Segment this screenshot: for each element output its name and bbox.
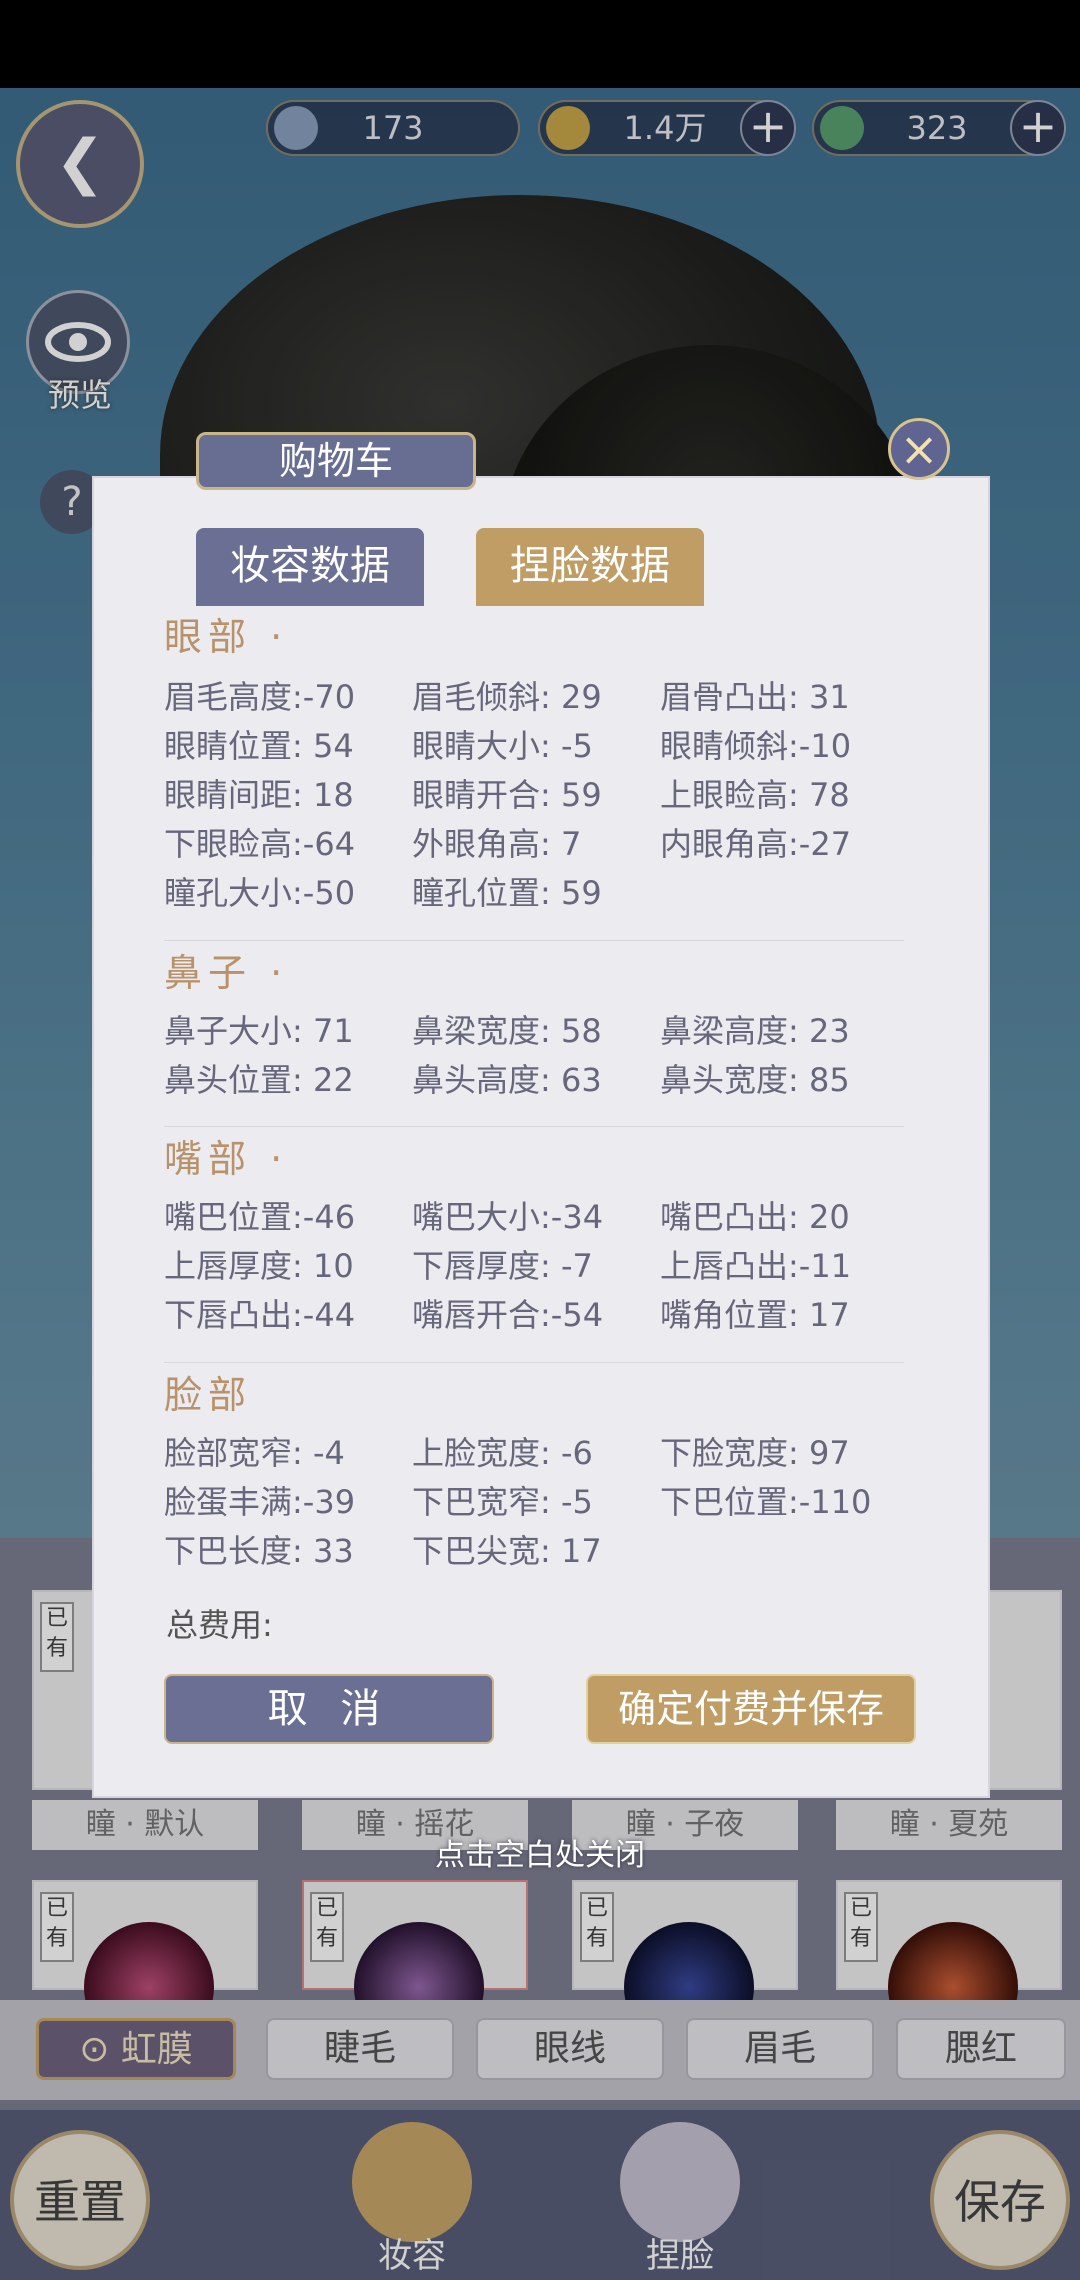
data-cell: 眼睛大小: -5 <box>412 727 593 765</box>
confirm-pay-save-button[interactable]: 确定付费并保存 <box>586 1674 916 1744</box>
data-row: 鼻头位置: 22 鼻头高度: 63 鼻头宽度: 85 <box>164 1055 924 1099</box>
data-cell: 鼻头位置: 22 <box>164 1061 354 1099</box>
data-row: 鼻子大小: 71 鼻梁宽度: 58 鼻梁高度: 23 <box>164 1006 924 1050</box>
data-cell: 嘴巴凸出: 20 <box>660 1198 850 1236</box>
data-cell: 鼻梁宽度: 58 <box>412 1012 602 1050</box>
tab-face-data[interactable]: 捏脸数据 <box>476 528 704 606</box>
data-cell: 眉毛倾斜: 29 <box>412 678 602 716</box>
data-cell: 下唇凸出:-44 <box>164 1296 356 1334</box>
data-cell: 鼻梁高度: 23 <box>660 1012 850 1050</box>
data-cell: 下巴尖宽: 17 <box>412 1532 602 1570</box>
total-cost-label: 总费用: <box>166 1606 273 1644</box>
data-cell: 嘴巴位置:-46 <box>164 1198 356 1236</box>
section-divider <box>164 1362 904 1363</box>
data-cell: 下脸宽度: 97 <box>660 1434 850 1472</box>
game-screen: ❮ 173 1.4万 + 323 + 预览 ? 已有 瞳 · 默认 瞳 · 摇花… <box>0 0 1080 2280</box>
data-cell: 下巴宽窄: -5 <box>412 1483 593 1521</box>
data-row: 眼睛间距: 18 眼睛开合: 59 上眼睑高: 78 <box>164 770 924 814</box>
data-cell: 嘴角位置: 17 <box>660 1296 850 1334</box>
data-cell: 上唇凸出:-11 <box>660 1247 852 1285</box>
section-title-face: 脸部 <box>164 1373 253 1417</box>
data-cell: 上眼睑高: 78 <box>660 776 850 814</box>
modal-title: 购物车 <box>196 432 476 490</box>
data-cell: 眼睛间距: 18 <box>164 776 354 814</box>
data-cell: 眼睛开合: 59 <box>412 776 602 814</box>
data-cell: 鼻头宽度: 85 <box>660 1061 850 1099</box>
data-cell: 下巴位置:-110 <box>660 1483 872 1521</box>
tap-to-close-hint: 点击空白处关闭 <box>435 1838 645 1873</box>
data-cell: 瞳孔大小:-50 <box>164 874 356 912</box>
data-cell: 嘴唇开合:-54 <box>412 1296 604 1334</box>
data-cell: 下唇厚度: -7 <box>412 1247 593 1285</box>
data-row: 脸部宽窄: -4 上脸宽度: -6 下脸宽度: 97 <box>164 1428 924 1472</box>
data-cell: 眉毛高度:-70 <box>164 678 356 716</box>
face-data-list: 眼部 · 眉毛高度:-70 眉毛倾斜: 29 眉骨凸出: 31 眼睛位置: 54… <box>92 606 990 1574</box>
data-row: 瞳孔大小:-50 瞳孔位置: 59 <box>164 868 924 912</box>
section-title-eyes: 眼部 · <box>164 615 289 659</box>
data-cell: 鼻子大小: 71 <box>164 1012 354 1050</box>
data-cell: 下巴长度: 33 <box>164 1532 354 1570</box>
data-row: 下唇凸出:-44 嘴唇开合:-54 嘴角位置: 17 <box>164 1290 924 1334</box>
data-row: 脸蛋丰满:-39 下巴宽窄: -5 下巴位置:-110 <box>164 1477 924 1521</box>
data-cell: 脸部宽窄: -4 <box>164 1434 345 1472</box>
data-cell: 眼睛倾斜:-10 <box>660 727 852 765</box>
data-cell: 脸蛋丰满:-39 <box>164 1483 356 1521</box>
data-row: 上唇厚度: 10 下唇厚度: -7 上唇凸出:-11 <box>164 1241 924 1285</box>
data-row: 下巴长度: 33 下巴尖宽: 17 <box>164 1526 924 1570</box>
data-row: 下眼睑高:-64 外眼角高: 7 内眼角高:-27 <box>164 819 924 863</box>
section-divider <box>164 940 904 941</box>
data-cell: 眼睛位置: 54 <box>164 727 354 765</box>
data-cell: 瞳孔位置: 59 <box>412 874 602 912</box>
data-cell: 外眼角高: 7 <box>412 825 582 863</box>
section-title-nose: 鼻子 · <box>164 951 289 995</box>
data-row: 嘴巴位置:-46 嘴巴大小:-34 嘴巴凸出: 20 <box>164 1192 924 1236</box>
section-divider <box>164 1126 904 1127</box>
section-title-mouth: 嘴部 · <box>164 1137 289 1181</box>
data-cell: 鼻头高度: 63 <box>412 1061 602 1099</box>
data-cell: 上唇厚度: 10 <box>164 1247 354 1285</box>
data-row: 眉毛高度:-70 眉毛倾斜: 29 眉骨凸出: 31 <box>164 672 924 716</box>
data-cell: 上脸宽度: -6 <box>412 1434 593 1472</box>
data-row: 眼睛位置: 54 眼睛大小: -5 眼睛倾斜:-10 <box>164 721 924 765</box>
close-button[interactable]: × <box>888 418 950 480</box>
cancel-button[interactable]: 取 消 <box>164 1674 494 1744</box>
data-cell: 眉骨凸出: 31 <box>660 678 850 716</box>
data-cell: 嘴巴大小:-34 <box>412 1198 604 1236</box>
data-cell: 内眼角高:-27 <box>660 825 852 863</box>
data-cell: 下眼睑高:-64 <box>164 825 356 863</box>
tab-makeup-data[interactable]: 妆容数据 <box>196 528 424 606</box>
